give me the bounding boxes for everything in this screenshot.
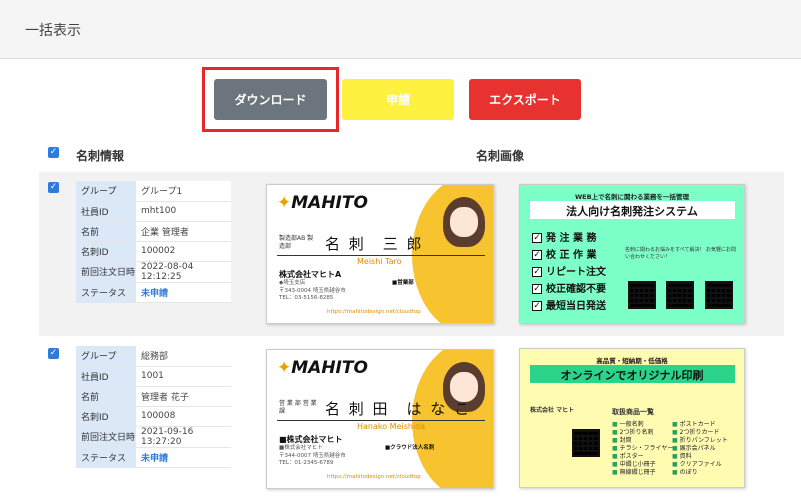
- card-logo: ✦MAHITO: [277, 358, 368, 378]
- business-card-image[interactable]: ✦MAHITO 営 業 部 営 業 課 名 刺 田 は な こ Hanako M…: [266, 349, 494, 489]
- status-badge: 未申請: [136, 447, 231, 468]
- qr-code-icon: [572, 429, 600, 457]
- panel-header: 一括表示: [0, 0, 801, 59]
- row-checkbox[interactable]: ✓: [48, 182, 59, 193]
- download-button[interactable]: ダウンロード: [214, 79, 327, 120]
- status-badge: 未申請: [136, 282, 231, 303]
- column-header-info: 名刺情報: [76, 149, 125, 163]
- panel-title: 一括表示: [25, 23, 81, 39]
- column-header-image: 名刺画像: [476, 149, 525, 163]
- business-card-image[interactable]: ✦MAHITO 製造部AB 製造部 名 刺 三 郎 Meishi Taro 株式…: [266, 184, 494, 324]
- row-checkbox[interactable]: ✓: [48, 348, 59, 359]
- apply-button[interactable]: 申請: [342, 79, 454, 120]
- export-button[interactable]: エクスポート: [469, 79, 581, 120]
- qr-code-icon: [666, 281, 694, 309]
- card-back-image[interactable]: WEB上で名刺に関わる業務を一括管理 法人向け名刺発注システム ✓ 発 注 業 務…: [519, 184, 745, 324]
- qr-code-icon: [628, 281, 656, 309]
- card-info-table: グループ グループ1 社員ID mht100 名前 企業 管理者 名刺ID 100002…: [76, 181, 231, 303]
- card-logo: ✦MAHITO: [277, 193, 368, 213]
- card-back-image[interactable]: 高品質・短納期・低価格 オンラインでオリジナル印刷 株式会社 マヒト 取扱商品一…: [519, 348, 745, 488]
- avatar-face: [450, 207, 478, 237]
- select-all-checkbox[interactable]: ✓: [48, 147, 59, 158]
- card-info-table: グループ 総務部 社員ID 1001 名前 管理者 花子 名刺ID 100008 前回注…: [76, 346, 231, 468]
- qr-code-icon: [705, 281, 733, 309]
